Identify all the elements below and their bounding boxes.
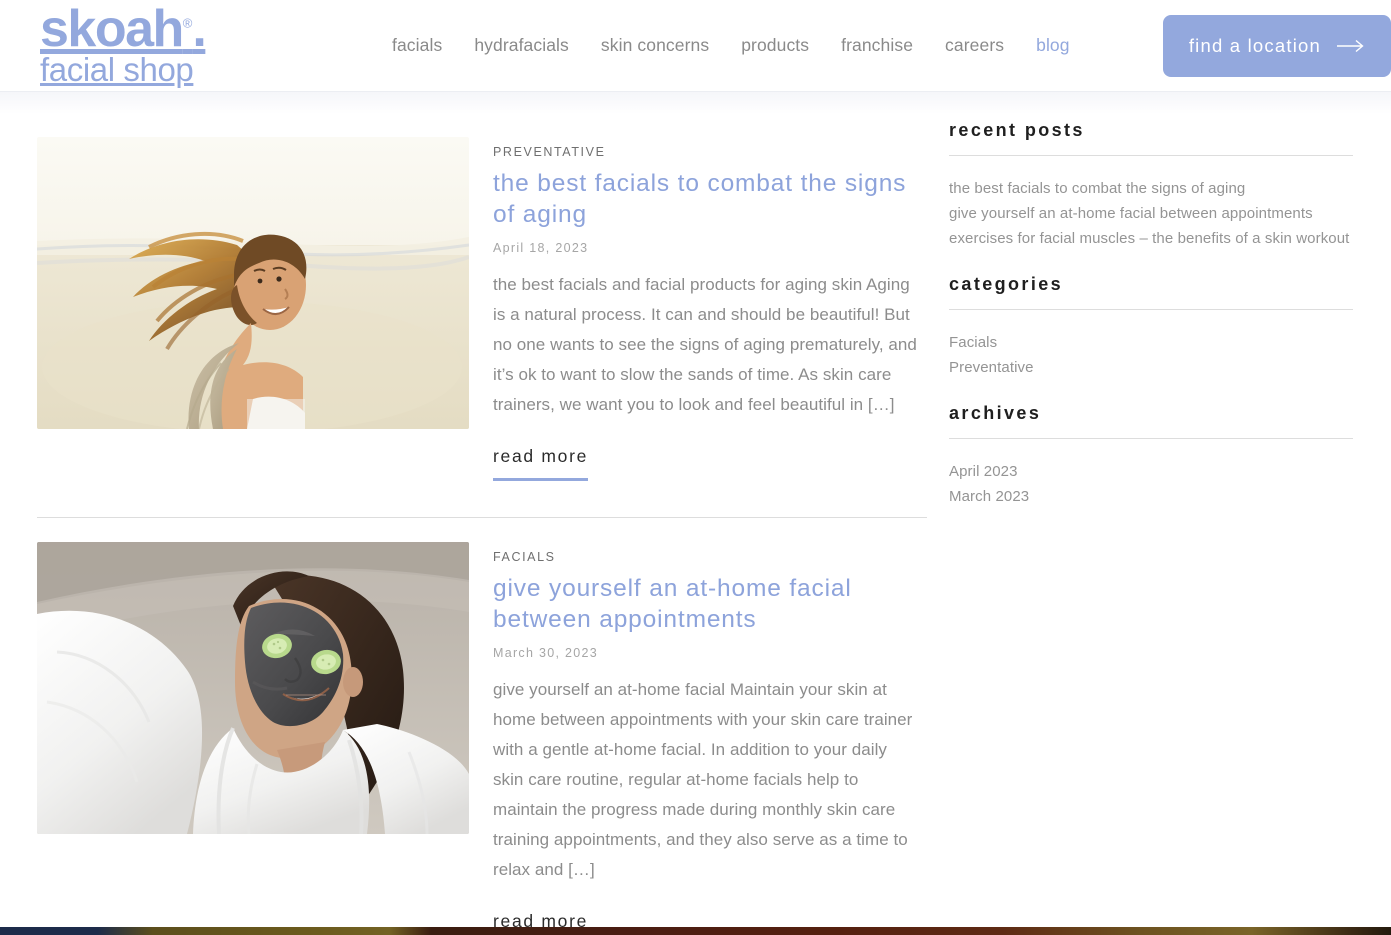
registered-trademark-icon: ® [182,15,193,31]
arrow-right-icon [1337,39,1365,53]
category-link-facials[interactable]: Facials [949,334,997,351]
widget-recent-posts: recent posts the best facials to combat … [949,120,1353,250]
list-item: Facials [949,332,1353,354]
nav-item-franchise[interactable]: franchise [841,35,913,56]
blog-post-item: PREVENTATIVE the best facials to combat … [37,114,928,482]
logo-main-text: skoah [40,0,184,59]
widget-categories: categories Facials Preventative [949,274,1353,379]
post-excerpt: the best facials and facial products for… [493,275,917,415]
next-section-edge [0,927,1391,935]
post-content: PREVENTATIVE the best facials to combat … [493,137,928,482]
site-logo[interactable]: skoah®. facial shop [40,3,340,88]
post-date: March 30, 2023 [493,646,599,661]
nav-item-facials[interactable]: facials [392,35,442,56]
recent-post-link[interactable]: exercises for facial muscles – the benef… [949,230,1349,247]
widget-title-recent-posts: recent posts [949,120,1353,156]
recent-posts-list: the best facials to combat the signs of … [949,178,1353,250]
widget-archives: archives April 2023 March 2023 [949,403,1353,508]
post-thumbnail-facemask[interactable] [37,542,469,835]
logo-period: . [192,0,206,59]
post-excerpt: give yourself an at-home facial Maintain… [493,680,913,880]
list-item: April 2023 [949,461,1353,483]
post-category-label[interactable]: FACIALS [493,550,556,564]
post-thumbnail-beach[interactable] [37,137,469,429]
widget-title-categories: categories [949,274,1353,310]
list-item: March 2023 [949,486,1353,508]
recent-post-link[interactable]: the best facials to combat the signs of … [949,180,1245,197]
header-gradient-band [0,92,1391,114]
blog-sidebar: recent posts the best facials to combat … [928,114,1391,935]
post-title-link[interactable]: the best facials to combat the signs of … [493,168,928,230]
recent-post-link[interactable]: give yourself an at-home facial between … [949,205,1313,222]
nav-item-hydrafacials[interactable]: hydrafacials [474,35,569,56]
list-item: exercises for facial muscles – the benef… [949,228,1353,250]
nav-item-products[interactable]: products [741,35,809,56]
page-wrap: PREVENTATIVE the best facials to combat … [0,114,1391,935]
site-header: skoah®. facial shop facials hydrafacials… [0,0,1391,92]
archive-link-march-2023[interactable]: March 2023 [949,488,1029,505]
find-a-location-label: find a location [1188,34,1321,56]
post-image-1 [37,137,469,429]
archive-link-april-2023[interactable]: April 2023 [949,463,1018,480]
post-title-link[interactable]: give yourself an at-home facial between … [493,573,928,635]
widget-title-archives: archives [949,403,1353,439]
post-image-2 [37,542,469,835]
main-navigation: facials hydrafacials skin concerns produ… [392,35,1163,56]
blog-post-list: PREVENTATIVE the best facials to combat … [0,114,928,935]
nav-item-blog[interactable]: blog [1036,35,1070,56]
post-category-label[interactable]: PREVENTATIVE [493,145,606,159]
nav-item-skin-concerns[interactable]: skin concerns [601,35,709,56]
post-content: FACIALS give yourself an at-home facial … [493,542,928,935]
logo-wordmark: skoah®. [40,3,340,55]
category-link-preventative[interactable]: Preventative [949,359,1034,376]
nav-item-careers[interactable]: careers [945,35,1004,56]
logo-tagline: facial shop [40,50,194,88]
read-more-link[interactable]: read more [493,446,589,482]
find-a-location-button[interactable]: find a location [1162,14,1391,77]
categories-list: Facials Preventative [949,332,1353,379]
post-date: April 18, 2023 [493,241,589,256]
list-item: the best facials to combat the signs of … [949,178,1353,200]
list-item: give yourself an at-home facial between … [949,203,1353,225]
archives-list: April 2023 March 2023 [949,461,1353,508]
list-item: Preventative [949,357,1353,379]
blog-post-item: FACIALS give yourself an at-home facial … [37,518,928,935]
